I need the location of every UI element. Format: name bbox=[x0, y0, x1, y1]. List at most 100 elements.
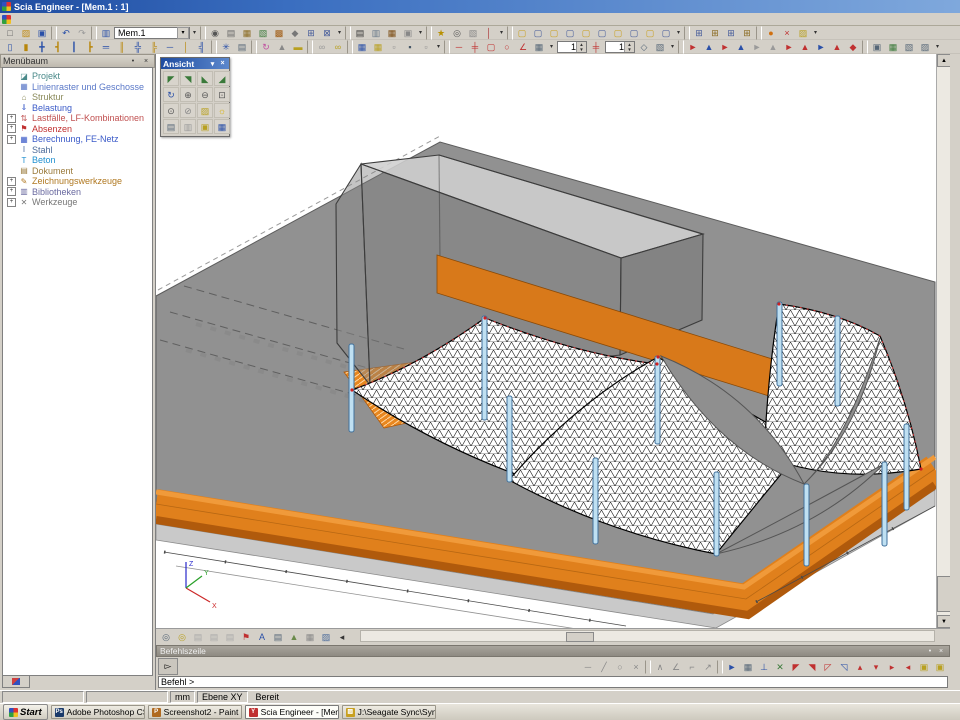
catalog-icon[interactable]: ◉ bbox=[207, 26, 223, 40]
annotation-icon[interactable]: ▧ bbox=[465, 26, 481, 40]
menu-bearbeiten[interactable] bbox=[26, 13, 38, 25]
node-tool-icon[interactable]: ► bbox=[717, 40, 733, 54]
expand-icon[interactable]: + bbox=[7, 114, 16, 123]
tree-item-struktur[interactable]: + ⌂ Struktur bbox=[3, 92, 152, 103]
node-tool-icon[interactable]: ▲ bbox=[733, 40, 749, 54]
truss-icon[interactable]: ┣ bbox=[82, 40, 98, 54]
plate-icon[interactable]: ═ bbox=[98, 40, 114, 54]
line-icon[interactable]: ─ bbox=[451, 40, 467, 54]
save-view-icon[interactable]: ▣ bbox=[869, 40, 885, 54]
separator[interactable] bbox=[200, 26, 206, 40]
photo-icon[interactable]: ▨ bbox=[318, 630, 334, 644]
zoom-window-icon[interactable]: ⊡ bbox=[214, 87, 230, 102]
rotate-view-icon[interactable]: ↻ bbox=[163, 87, 179, 102]
flag-icon[interactable]: ⚑ bbox=[238, 630, 254, 644]
tree-item-absenzen[interactable]: + ⚑ Absenzen bbox=[3, 124, 152, 135]
paste-view-icon[interactable]: ⊞ bbox=[707, 26, 723, 40]
zoom-doc-icon[interactable]: ◎ bbox=[449, 26, 465, 40]
view-axo-icon[interactable]: ◢ bbox=[214, 71, 230, 86]
zoom-out-icon[interactable]: ⊖ bbox=[197, 87, 213, 102]
snap-angle-icon[interactable]: ∠ bbox=[668, 660, 684, 674]
view-window-icon[interactable]: ▢ bbox=[658, 26, 674, 40]
dimension-icon[interactable]: ╪ bbox=[467, 40, 483, 54]
rectangle-icon[interactable]: ▢ bbox=[483, 40, 499, 54]
combo-drop-icon[interactable]: ▾ bbox=[190, 26, 199, 40]
close-icon[interactable]: × bbox=[140, 56, 152, 67]
tree-item-belastung[interactable]: + ⇓ Belastung bbox=[3, 103, 152, 114]
menu-einstellungen[interactable] bbox=[98, 13, 110, 25]
scrollbar-thumb[interactable] bbox=[566, 632, 594, 642]
preview-icon[interactable]: ▥ bbox=[368, 26, 384, 40]
tree-item-zeichnungswerkzeuge[interactable]: + ✎ Zeichnungswerkzeuge bbox=[3, 176, 152, 187]
terrain-icon[interactable]: ▲ bbox=[286, 630, 302, 644]
subregion-icon[interactable]: ─ bbox=[162, 40, 178, 54]
table-results-icon[interactable]: ▦ bbox=[354, 40, 370, 54]
separator[interactable] bbox=[717, 660, 723, 674]
view-window-icon[interactable]: ▢ bbox=[610, 26, 626, 40]
circle-icon[interactable]: ○ bbox=[499, 40, 515, 54]
snap-dot-icon[interactable]: ◂ bbox=[900, 660, 916, 674]
status-unit[interactable]: mm bbox=[170, 691, 195, 703]
separator[interactable] bbox=[684, 26, 690, 40]
menu-datei[interactable] bbox=[14, 13, 26, 25]
snap-corner-icon[interactable]: ⌐ bbox=[684, 660, 700, 674]
separator[interactable] bbox=[756, 26, 762, 40]
node-tool-icon[interactable]: ► bbox=[749, 40, 765, 54]
view-window-icon[interactable]: ▢ bbox=[546, 26, 562, 40]
copy-view-icon[interactable]: ⊞ bbox=[691, 26, 707, 40]
snap-tangent-icon[interactable]: ▾ bbox=[868, 660, 884, 674]
separator[interactable] bbox=[507, 26, 513, 40]
dropdown-icon[interactable]: ▾ bbox=[674, 26, 683, 40]
separator[interactable] bbox=[444, 40, 450, 54]
node-tool-icon[interactable]: ► bbox=[685, 40, 701, 54]
panel-tab[interactable] bbox=[2, 676, 30, 688]
menu-aendern[interactable] bbox=[74, 13, 86, 25]
horizontal-scrollbar[interactable] bbox=[360, 630, 935, 642]
status-plane[interactable]: Ebene XY bbox=[197, 691, 248, 703]
views-icon[interactable]: ▨ bbox=[917, 40, 933, 54]
gallery-icon[interactable]: ▦ bbox=[239, 26, 255, 40]
snap-perp-icon[interactable]: ▴ bbox=[852, 660, 868, 674]
snap-mid-icon[interactable]: ◥ bbox=[804, 660, 820, 674]
tree-item-berechnung[interactable]: + ▦ Berechnung, FE-Netz bbox=[3, 134, 152, 145]
shell-icon[interactable]: ╬ bbox=[130, 40, 146, 54]
document-icon[interactable]: ▣ bbox=[400, 26, 416, 40]
scroll-left-icon[interactable]: ◂ bbox=[334, 630, 350, 644]
pin-icon[interactable]: • bbox=[925, 648, 935, 655]
render-icon[interactable]: ◆ bbox=[287, 26, 303, 40]
separator[interactable] bbox=[307, 40, 313, 54]
view-doc-icon[interactable]: ▣ bbox=[197, 119, 213, 134]
wall-icon[interactable]: ║ bbox=[114, 40, 130, 54]
tree-item-lastfaelle[interactable]: + ⇅ Lastfälle, LF-Kombinationen bbox=[3, 113, 152, 124]
cascade-view-icon[interactable]: ⊞ bbox=[739, 26, 755, 40]
print-view-icon[interactable]: ▤ bbox=[270, 630, 286, 644]
views-icon[interactable]: ▧ bbox=[901, 40, 917, 54]
snap-node-icon[interactable]: ◤ bbox=[788, 660, 804, 674]
combo-arrow-icon[interactable]: ▾ bbox=[177, 27, 189, 39]
node-tool-icon[interactable]: ▲ bbox=[765, 40, 781, 54]
node-tool-icon[interactable]: ▲ bbox=[829, 40, 845, 54]
clip-box-icon[interactable]: ▨ bbox=[197, 103, 213, 118]
support-icon[interactable]: ╣ bbox=[194, 40, 210, 54]
project-window-icon[interactable]: ▥ bbox=[98, 26, 114, 40]
menu-fenster[interactable] bbox=[110, 13, 122, 25]
snap-box1-icon[interactable]: ▣ bbox=[916, 660, 932, 674]
dropdown-icon[interactable]: ▾ bbox=[434, 40, 443, 54]
view-side-icon[interactable]: ◣ bbox=[197, 71, 213, 86]
new-icon[interactable]: □ bbox=[2, 26, 18, 40]
delete-icon[interactable]: × bbox=[779, 26, 795, 40]
save-icon[interactable]: ▣ bbox=[34, 26, 50, 40]
expand-icon[interactable]: + bbox=[7, 198, 16, 207]
expand-icon[interactable]: + bbox=[7, 135, 16, 144]
model-viewport[interactable]: Z X Y Ansicht ▾ × ◤◥◣◢↻⊕⊖⊡⊙⊘▨☼▤▥▣▦ bbox=[156, 54, 936, 628]
expand-icon[interactable]: + bbox=[7, 187, 16, 196]
tree-item-werkzeuge[interactable]: + ✕ Werkzeuge bbox=[3, 197, 152, 208]
snap-end-icon[interactable]: ◸ bbox=[820, 660, 836, 674]
clip-plane-icon[interactable]: ◎ bbox=[158, 630, 174, 644]
clipboard-icon[interactable]: ▩ bbox=[271, 26, 287, 40]
opening-icon[interactable]: ╠ bbox=[146, 40, 162, 54]
paperspace-icon[interactable]: ▧ bbox=[255, 26, 271, 40]
marker-icon[interactable]: ● bbox=[763, 26, 779, 40]
vertical-scrollbar[interactable]: ▲ ▼ bbox=[936, 54, 951, 628]
unlink-icon[interactable]: ∞ bbox=[330, 40, 346, 54]
